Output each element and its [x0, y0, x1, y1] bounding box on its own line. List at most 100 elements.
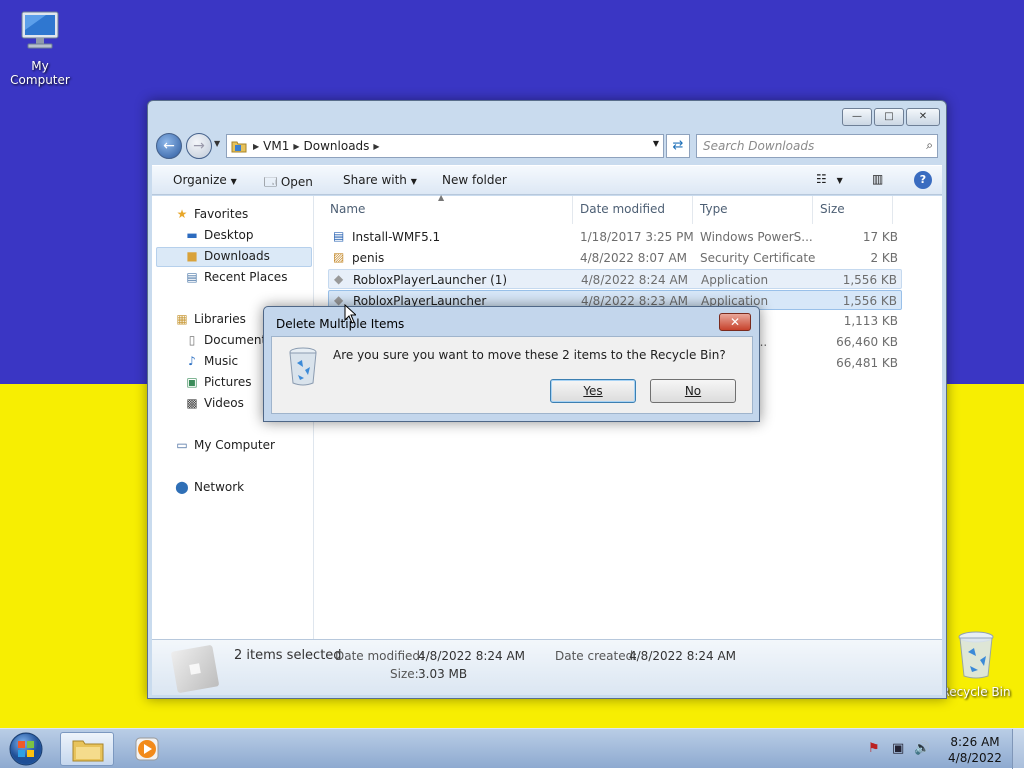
maximize-button[interactable]: □	[874, 108, 904, 126]
nav-label: Recent Places	[204, 270, 288, 284]
column-divider	[812, 196, 813, 224]
taskbar-media-player-button[interactable]	[122, 732, 176, 766]
nav-pictures[interactable]: ▣ Pictures	[184, 375, 251, 389]
size-value: 3.03 MB	[418, 667, 468, 681]
clock[interactable]: 8:26 AM 4/8/2022	[940, 734, 1010, 766]
yes-button[interactable]: Yes	[550, 379, 636, 403]
search-input[interactable]: Search Downloads ⌕	[696, 134, 938, 158]
forward-button[interactable]: →	[186, 133, 212, 159]
roblox-icon: ◆	[334, 272, 344, 286]
clock-time: 8:26 AM	[950, 735, 1000, 749]
column-header-date[interactable]: Date modified	[580, 202, 665, 216]
open-button[interactable]: 🗔 Open	[264, 173, 313, 194]
nav-network[interactable]: ⬤ Network	[174, 480, 244, 494]
computer-icon: ▭	[176, 438, 188, 452]
action-center-flag-icon[interactable]: ⚑	[868, 741, 880, 756]
address-bar[interactable]: ▶ VM1 ▶ Downloads ▶ ▼	[226, 134, 664, 158]
dialog-body: Are you sure you want to move these 2 it…	[271, 336, 753, 414]
start-button[interactable]	[4, 731, 48, 767]
view-options-button[interactable]: ☷ ▼	[816, 172, 843, 186]
nav-desktop[interactable]: ▬ Desktop	[184, 228, 253, 242]
videos-icon: ▩	[186, 396, 198, 410]
file-type: Application	[701, 273, 769, 287]
file-size: 1,556 KB	[842, 273, 897, 287]
computer-icon	[21, 11, 59, 49]
dialog-title: Delete Multiple Items	[276, 317, 405, 331]
navigation-bar: ← → ▼ ▶ VM1 ▶ Downloads ▶ ▼ ⇄ Search Dow…	[156, 131, 940, 159]
back-button[interactable]: ←	[156, 133, 182, 159]
recent-places-icon: ▤	[186, 270, 198, 284]
search-icon[interactable]: ⌕	[926, 138, 933, 153]
view-list-icon: ☷	[816, 172, 827, 186]
organize-menu[interactable]: Organize ▼	[173, 173, 237, 187]
dialog-message: Are you sure you want to move these 2 it…	[333, 348, 726, 362]
documents-icon: ▯	[188, 333, 196, 347]
taskbar: ⚑ ▣ 🔊 8:26 AM 4/8/2022	[0, 728, 1024, 769]
nav-label: Music	[204, 354, 239, 368]
recycle-bin-icon	[958, 631, 994, 679]
column-header-name[interactable]: Name	[330, 202, 365, 216]
nav-music[interactable]: ♪ Music	[184, 354, 238, 368]
address-dropdown-icon[interactable]: ▼	[653, 139, 659, 148]
file-type: Security Certificate	[700, 251, 816, 265]
chevron-down-icon: ▼	[230, 177, 237, 186]
file-date: 4/8/2022 8:07 AM	[580, 251, 688, 265]
breadcrumb-vm1[interactable]: VM1	[263, 139, 289, 153]
nav-label: Videos	[204, 396, 244, 410]
nav-recent-places[interactable]: ▤ Recent Places	[184, 270, 287, 284]
help-icon[interactable]: ?	[914, 171, 932, 189]
column-divider	[572, 196, 573, 224]
volume-icon[interactable]: 🔊	[914, 741, 930, 756]
breadcrumb-arrow-icon: ▶	[293, 141, 300, 151]
music-icon: ♪	[188, 354, 196, 368]
file-size: 2 KB	[870, 251, 898, 265]
network-icon[interactable]: ▣	[892, 741, 904, 756]
nav-libraries[interactable]: ▦ Libraries	[174, 312, 246, 326]
file-row[interactable]: ▤ Install-WMF5.1 1/18/2017 3:25 PM Windo…	[328, 227, 902, 247]
selection-count: 2 items selected	[234, 648, 342, 663]
pictures-icon: ▣	[186, 375, 198, 389]
new-folder-button[interactable]: New folder	[442, 173, 507, 187]
preview-pane-button[interactable]: ▥	[872, 172, 883, 186]
yes-label: Yes	[583, 384, 603, 398]
file-row-selected[interactable]: ◆ RobloxPlayerLauncher (1) 4/8/2022 8:24…	[328, 269, 902, 289]
nav-label: Libraries	[194, 312, 246, 326]
dialog-close-button[interactable]: ✕	[719, 313, 751, 331]
share-with-label: Share with	[343, 173, 407, 187]
size-label: Size:	[390, 667, 419, 681]
desktop-icon-recycle-bin[interactable]: Recycle Bin	[936, 630, 1016, 699]
desktop-icon-label: My Computer	[10, 59, 70, 87]
folder-icon	[231, 141, 247, 153]
refresh-button[interactable]: ⇄	[666, 134, 690, 158]
downloads-folder-icon: ■	[186, 249, 198, 263]
star-icon: ★	[176, 207, 188, 221]
nav-my-computer[interactable]: ▭ My Computer	[174, 438, 275, 452]
minimize-button[interactable]: —	[842, 108, 872, 126]
open-label: Open	[280, 175, 313, 189]
column-header-type[interactable]: Type	[700, 202, 728, 216]
file-name: penis	[352, 251, 385, 265]
nav-documents[interactable]: ▯ Documents	[184, 333, 273, 347]
desktop-icon-my-computer[interactable]: My Computer	[0, 8, 80, 87]
breadcrumb-downloads[interactable]: Downloads	[304, 139, 370, 153]
close-button[interactable]: ✕	[906, 108, 940, 126]
recent-pages-dropdown[interactable]: ▼	[214, 139, 220, 148]
folder-icon	[72, 740, 104, 762]
libraries-icon: ▦	[176, 312, 188, 326]
file-size: 66,481 KB	[836, 356, 898, 370]
nav-downloads[interactable]: ■ Downloads	[184, 249, 270, 263]
chevron-down-icon: ▼	[836, 176, 843, 185]
breadcrumb-arrow-icon: ▶	[253, 141, 260, 151]
nav-favorites[interactable]: ★ Favorites	[174, 207, 249, 221]
nav-videos[interactable]: ▩ Videos	[184, 396, 244, 410]
taskbar-explorer-button[interactable]	[60, 732, 114, 766]
share-with-menu[interactable]: Share with ▼	[343, 173, 417, 187]
file-row[interactable]: ▨ penis 4/8/2022 8:07 AM Security Certif…	[328, 248, 902, 268]
no-button[interactable]: No	[650, 379, 736, 403]
chevron-down-icon: ▼	[410, 177, 417, 186]
roblox-thumbnail-icon	[170, 644, 220, 694]
delete-dialog: Delete Multiple Items ✕ Are you sure you…	[263, 306, 760, 422]
column-header-size[interactable]: Size	[820, 202, 845, 216]
windows-logo-icon	[9, 732, 43, 766]
show-desktop-button[interactable]	[1012, 729, 1024, 769]
